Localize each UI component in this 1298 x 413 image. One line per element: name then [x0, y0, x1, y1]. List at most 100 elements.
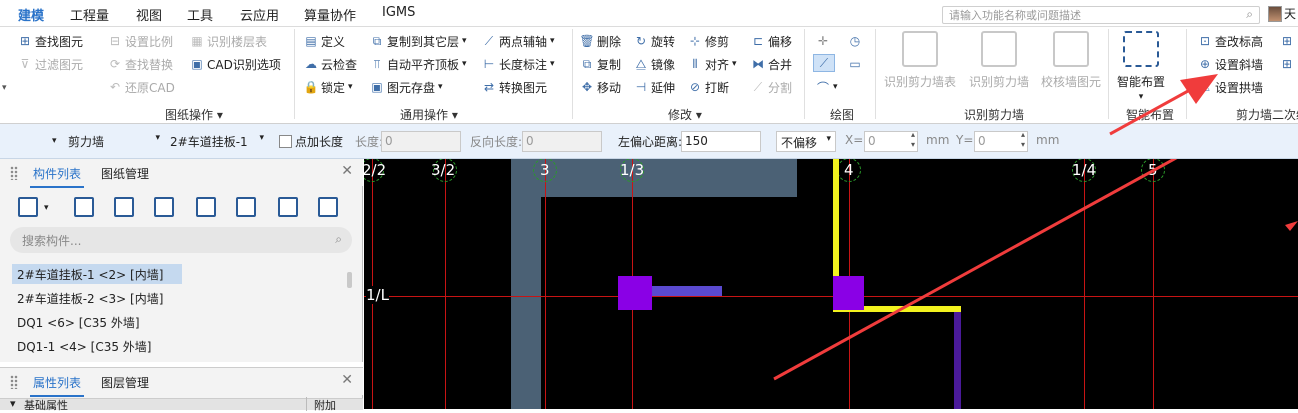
copy-component-icon[interactable]: [74, 197, 94, 217]
drawing-ops-group-label[interactable]: 图纸操作 ▾: [165, 106, 223, 123]
cad-options-button[interactable]: ▣ CAD识别选项: [190, 55, 281, 73]
menu-quantity[interactable]: 工程量: [70, 5, 109, 24]
component-list-item[interactable]: 2#车道挂板-1 <2> [内墙]: [12, 264, 182, 284]
close-icon[interactable]: ✕: [341, 163, 353, 179]
search-icon[interactable]: ⌕: [1246, 8, 1253, 21]
two-point-axis-button[interactable]: ⟋ 两点辅轴 ▾: [482, 32, 555, 50]
search-icon[interactable]: ⌕: [335, 232, 342, 247]
menu-tools[interactable]: 工具: [187, 5, 213, 24]
offset-mode-select[interactable]: 不偏移 ▾: [776, 131, 836, 152]
set-scale-button[interactable]: ⊟ 设置比例: [108, 32, 173, 50]
component-select[interactable]: 2#车道挂板-1 ▾: [166, 131, 268, 152]
component-list-item[interactable]: 2#车道挂板-2 <3> [内墙]: [12, 288, 168, 308]
element-type-select[interactable]: 剪力墙 ▾: [64, 131, 164, 152]
lock-button[interactable]: 🔒 锁定 ▾: [304, 78, 353, 96]
identify-shear-wall-table-button[interactable]: 识别剪力墙表: [880, 31, 960, 90]
reverse-length-input[interactable]: 0: [522, 131, 602, 152]
shear-second-group-label: 剪力墙二次编辑: [1236, 108, 1298, 122]
element-save-button[interactable]: ▣ 图元存盘 ▾: [370, 78, 442, 96]
arc-icon: ⌒: [816, 80, 829, 95]
move-button[interactable]: ✥ 移动: [580, 78, 621, 96]
menu-collab[interactable]: 算量协作: [304, 5, 356, 24]
copy-to-floor-button[interactable]: ⧉ 复制到其它层 ▾: [370, 32, 467, 50]
menu-igms[interactable]: IGMS: [382, 5, 415, 20]
import-component-icon[interactable]: [196, 197, 216, 217]
avatar[interactable]: [1268, 6, 1282, 22]
extend-button[interactable]: ⊣ 延伸: [634, 78, 675, 96]
check-wall-element-button[interactable]: 校核墙图元: [1036, 31, 1106, 90]
mirror-button[interactable]: ⧋ 镜像: [634, 55, 675, 73]
offset-button[interactable]: ⊏ 偏移: [751, 32, 792, 50]
export-component-icon[interactable]: [236, 197, 256, 217]
find-element-button[interactable]: ⊞ 查找图元: [18, 32, 83, 50]
x-coordinate-input[interactable]: 0: [864, 130, 918, 152]
copy-button[interactable]: ⧉ 复制: [580, 55, 621, 73]
align-button[interactable]: ⫴ 对齐 ▾: [688, 55, 736, 73]
tab-drawing-management[interactable]: 图纸管理: [101, 165, 149, 182]
restore-cad-button[interactable]: ↶ 还原CAD: [108, 78, 175, 96]
arc-draw-button[interactable]: ⌒ ▾: [816, 78, 838, 96]
split-button[interactable]: ⟋ 分割: [751, 78, 792, 96]
chevron-down-icon[interactable]: ▾: [44, 203, 49, 213]
trim-button[interactable]: ⊹ 修剪: [688, 32, 729, 50]
extra-tool-button-2[interactable]: ⊞: [1280, 55, 1294, 73]
drag-handle-icon[interactable]: [10, 166, 18, 180]
extra-tool-button-1[interactable]: ⊞: [1280, 32, 1294, 50]
function-search-input[interactable]: 请输入功能名称或问题描述 ⌕: [942, 6, 1260, 24]
arch-wall-icon: ⌓: [1200, 79, 1210, 94]
offset-input[interactable]: 150: [681, 131, 761, 152]
y-coordinate-input[interactable]: 0: [974, 130, 1028, 152]
line-draw-button[interactable]: ⟋: [813, 54, 835, 72]
set-arch-wall-button[interactable]: ⌓ 设置拱墙: [1198, 78, 1263, 96]
cloud-check-button[interactable]: ☁ 云检查: [304, 55, 357, 73]
dropdown-arrow-icon[interactable]: ▾: [52, 136, 57, 146]
delete-component-icon[interactable]: [114, 197, 134, 217]
length-input[interactable]: 0: [381, 131, 461, 152]
tab-layer-management[interactable]: 图层管理: [101, 374, 149, 391]
delete-button[interactable]: 🗑 删除: [579, 32, 621, 50]
convert-element-button[interactable]: ⇄ 转换图元: [482, 78, 547, 96]
user-name[interactable]: 天: [1284, 5, 1296, 22]
list-scrollbar[interactable]: [347, 272, 352, 288]
menu-cloud[interactable]: 云应用: [240, 5, 279, 24]
collapse-arrow-icon[interactable]: ▾: [2, 83, 7, 93]
identify-floor-table-button[interactable]: ▦ 识别楼层表: [190, 32, 267, 50]
tab-property-list[interactable]: 属性列表: [29, 374, 85, 397]
rect-draw-button[interactable]: ▭: [848, 55, 862, 73]
mirror-icon: ⧋: [635, 56, 647, 71]
circle-draw-button[interactable]: ◷: [848, 32, 862, 50]
modify-group-label[interactable]: 修改 ▾: [668, 106, 702, 123]
close-icon[interactable]: ✕: [341, 372, 353, 388]
length-dimension-button[interactable]: ⊢ 长度标注 ▾: [482, 55, 555, 73]
point-draw-button[interactable]: ✛: [816, 32, 830, 50]
merge-button[interactable]: ⧓ 合并: [751, 55, 792, 73]
rotate-button[interactable]: ↻ 旋转: [634, 32, 675, 50]
auto-align-top-button[interactable]: ⫪ 自动平齐顶板 ▾: [370, 55, 467, 73]
identify-shear-wall-button[interactable]: 识别剪力墙: [964, 31, 1034, 90]
copy-icon: ⧉: [582, 56, 592, 71]
menu-modeling[interactable]: 建模: [18, 5, 45, 30]
find-replace-button[interactable]: ⟳ 查找替换: [108, 55, 173, 73]
chevron-down-icon: ▾: [155, 133, 160, 143]
break-button[interactable]: ⊘ 打断: [688, 78, 729, 96]
properties-icon[interactable]: [278, 197, 298, 217]
tab-component-list[interactable]: 构件列表: [29, 165, 85, 188]
component-search-input[interactable]: 搜索构件... ⌕: [10, 227, 352, 253]
drag-handle-icon[interactable]: [10, 375, 18, 389]
new-component-icon[interactable]: [18, 197, 38, 217]
list-view-icon[interactable]: [318, 197, 338, 217]
common-ops-group-label[interactable]: 通用操作 ▾: [400, 106, 458, 123]
add-length-checkbox[interactable]: [279, 135, 292, 148]
component-list-item[interactable]: DQ1 <6> [C35 外墙]: [12, 312, 145, 332]
check-elevation-button[interactable]: ⊡ 查改标高: [1198, 32, 1263, 50]
expand-icon[interactable]: ▾: [10, 397, 16, 410]
menu-view[interactable]: 视图: [136, 5, 162, 24]
set-slant-wall-button[interactable]: ⊕ 设置斜墙: [1198, 55, 1263, 73]
filter-element-button[interactable]: ⊽ 过滤图元: [18, 55, 83, 73]
smart-layout-button[interactable]: 智能布置 ▾: [1110, 31, 1172, 102]
drawing-canvas[interactable]: 2/2 3/2 3 1/3 4 1/4 5 1/L: [364, 159, 1298, 409]
layer-copy-icon[interactable]: [154, 197, 174, 217]
define-button[interactable]: ▤ 定义: [304, 32, 345, 50]
component-list-item[interactable]: DQ1-1 <4> [C35 外墙]: [12, 336, 157, 356]
tool-icon: ⊞: [1281, 34, 1293, 48]
